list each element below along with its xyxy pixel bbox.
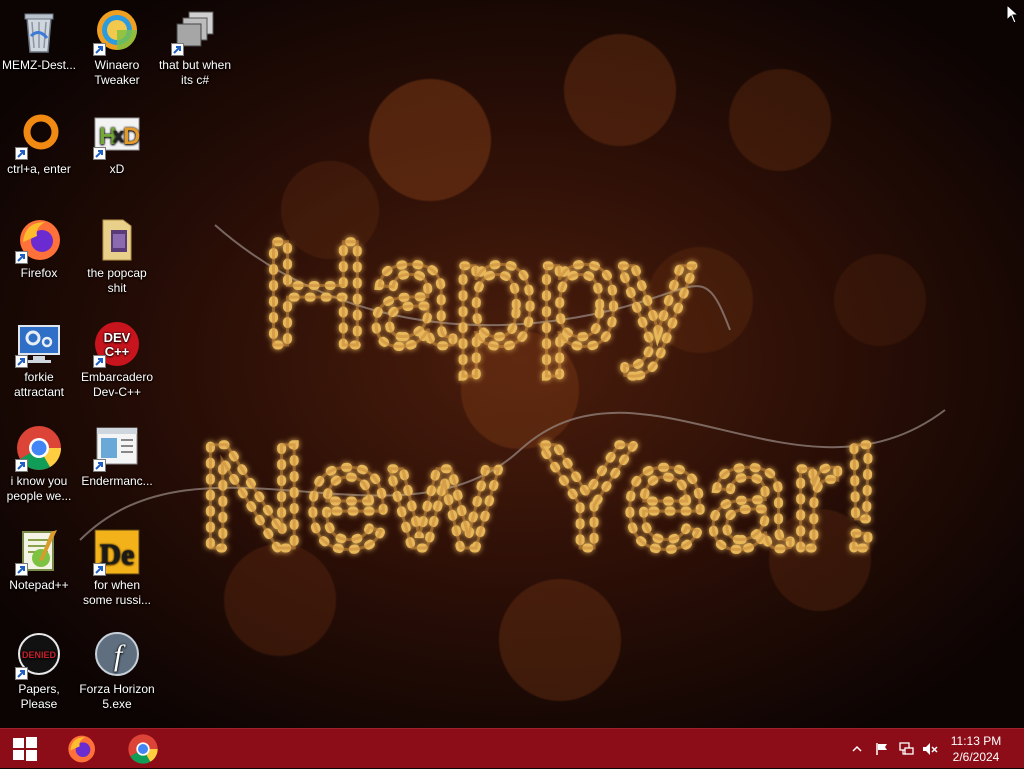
firefox-icon — [68, 735, 95, 763]
desktop[interactable]: Happy Happy New Year! New Year! MEMZ-Des… — [0, 0, 1024, 728]
shortcut-arrow-icon — [15, 251, 28, 264]
icon-label: Winaero Tweaker — [94, 58, 140, 87]
shortcut-arrow-icon — [93, 459, 106, 472]
action-center-flag-icon — [876, 743, 887, 755]
icon-label: that but when its c# — [158, 58, 232, 87]
monitor-settings-icon — [15, 320, 63, 368]
icon-label: Endermanc... — [81, 474, 153, 488]
desktop-icon-forza-horizon[interactable]: f Forza Horizon 5.exe — [78, 632, 156, 712]
desktop-icon-popcap[interactable]: the popcap shit — [78, 216, 156, 296]
icon-label: Forza Horizon 5.exe — [79, 682, 155, 711]
network-button[interactable] — [896, 729, 916, 769]
flash-player-icon: f — [93, 632, 141, 680]
wallpaper-new-year-outline: New Year! — [198, 412, 882, 580]
shortcut-arrow-icon — [93, 355, 106, 368]
desktop-icon-ctrl-a-enter[interactable]: ctrl+a, enter — [0, 112, 78, 177]
notepad-plus-plus-icon — [15, 528, 63, 576]
icon-label: ctrl+a, enter — [7, 162, 71, 176]
action-center-button[interactable] — [872, 729, 892, 769]
windows-start-icon — [13, 737, 37, 761]
orange-ring-icon — [15, 112, 63, 160]
shortcut-arrow-icon — [15, 667, 28, 680]
shortcut-arrow-icon — [15, 147, 28, 160]
svg-text:D: D — [123, 123, 140, 150]
window-app-icon — [93, 424, 141, 472]
svg-text:DENIED: DENIED — [22, 650, 57, 660]
desktop-icon-notepad-plus-plus[interactable]: Notepad++ — [0, 528, 78, 593]
icon-label: i know you people we... — [6, 474, 72, 503]
shortcut-arrow-icon — [15, 459, 28, 472]
folder-icon — [93, 216, 141, 264]
shortcut-arrow-icon — [93, 43, 106, 56]
volume-button[interactable] — [920, 729, 940, 769]
winaero-tweaker-icon — [93, 8, 141, 56]
desktop-icon-that-but-when-its-csharp[interactable]: that but when its c# — [156, 8, 234, 88]
shortcut-arrow-icon — [171, 43, 184, 56]
stacked-windows-icon — [171, 8, 219, 56]
desktop-icon-memz[interactable]: MEMZ-Dest... — [0, 8, 78, 73]
icon-label: Firefox — [20, 266, 58, 280]
show-hidden-icons-button[interactable] — [848, 729, 866, 769]
network-icon — [898, 742, 914, 755]
taskbar: 11:13 PM 2/6/2024 — [0, 728, 1024, 768]
start-button[interactable] — [0, 729, 50, 769]
clock-time: 11:13 PM — [950, 734, 1002, 748]
icon-label: the popcap shit — [87, 266, 147, 295]
desktop-icon-firefox[interactable]: Firefox — [0, 216, 78, 281]
taskbar-chrome-button[interactable] — [118, 729, 168, 769]
chevron-up-icon — [852, 745, 862, 752]
icon-label: xD — [109, 162, 125, 176]
papers-please-icon: DENIED — [15, 632, 63, 680]
desktop-icon-papers-please[interactable]: DENIED Papers, Please — [0, 632, 78, 712]
svg-text:DEV: DEV — [104, 330, 131, 345]
dev-cpp-icon: DEV C++ — [93, 320, 141, 368]
shortcut-arrow-icon — [15, 563, 28, 576]
desktop-icon-forkie-attractant[interactable]: forkie attractant — [0, 320, 78, 400]
shortcut-arrow-icon — [93, 563, 106, 576]
icon-label: Papers, Please — [18, 682, 60, 711]
recycle-bin-icon — [15, 8, 63, 56]
icon-label: Notepad++ — [9, 578, 69, 592]
icon-label: Embarcadero Dev-C++ — [80, 370, 154, 399]
desktop-icon-xd[interactable]: HxD xD — [78, 112, 156, 177]
mouse-pointer-icon — [1006, 4, 1018, 24]
desktop-icon-chrome[interactable]: i know you people we... — [0, 424, 78, 504]
icon-label: forkie attractant — [13, 370, 65, 399]
shortcut-arrow-icon — [93, 147, 106, 160]
de-app-icon: De — [93, 528, 141, 576]
desktop-icon-endermanch[interactable]: Endermanc... — [78, 424, 156, 489]
volume-muted-icon — [923, 743, 938, 755]
wallpaper-happy-outline: Happy — [261, 209, 695, 377]
clock[interactable]: 11:13 PM 2/6/2024 — [940, 733, 1012, 765]
clock-date: 2/6/2024 — [952, 750, 1000, 764]
chrome-icon — [128, 734, 158, 764]
chrome-icon — [15, 424, 63, 472]
desktop-icon-dev-cpp[interactable]: DEV C++ Embarcadero Dev-C++ — [78, 320, 156, 400]
icon-label: MEMZ-Dest... — [2, 58, 76, 72]
shortcut-arrow-icon — [15, 355, 28, 368]
desktop-icon-for-when-some-russi[interactable]: De for when some russi... — [78, 528, 156, 608]
firefox-icon — [15, 216, 63, 264]
svg-text:C++: C++ — [105, 344, 130, 359]
hxd-hex-editor-icon: HxD — [93, 112, 141, 160]
desktop-icon-winaero-tweaker[interactable]: Winaero Tweaker — [78, 8, 156, 88]
icon-label: for when some russi... — [82, 578, 151, 607]
taskbar-firefox-button[interactable] — [56, 729, 106, 769]
